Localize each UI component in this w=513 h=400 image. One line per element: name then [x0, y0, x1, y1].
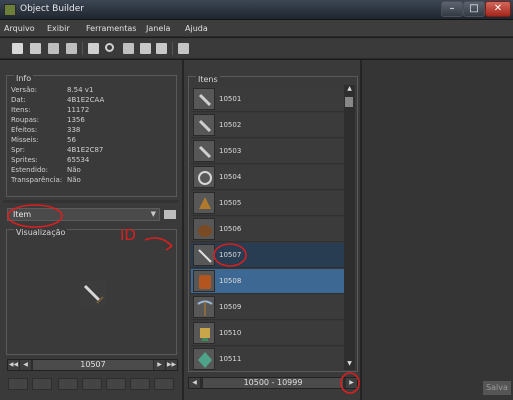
annotation-label: ID	[120, 226, 136, 244]
annotation-circle-category	[7, 204, 63, 228]
annotation-circle-next	[340, 372, 360, 394]
annotation-layer	[7, 204, 360, 394]
annotation-arrow	[144, 237, 173, 251]
annotation-circle-id	[213, 243, 247, 267]
